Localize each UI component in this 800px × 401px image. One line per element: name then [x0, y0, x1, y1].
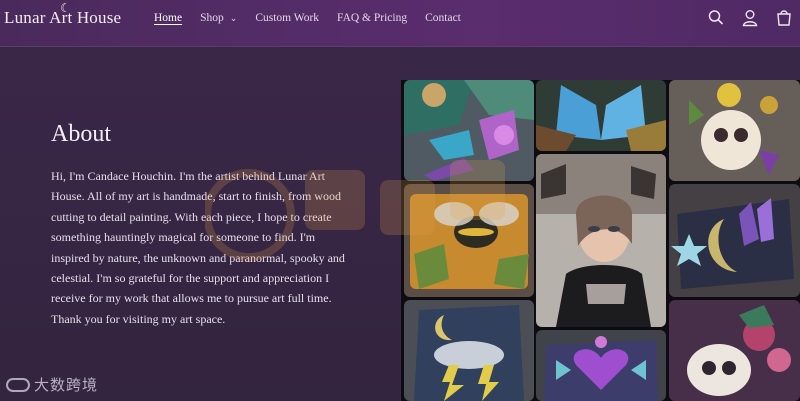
- main-nav: Home Shop ⌄ Custom Work FAQ & Pricing Co…: [154, 12, 479, 24]
- nav-shop[interactable]: Shop ⌄: [200, 12, 237, 24]
- account-icon[interactable]: [742, 9, 758, 27]
- watermark-logo: 大数跨境: [6, 374, 98, 395]
- gallery-image-skull-sunflower: [669, 80, 800, 181]
- search-icon[interactable]: [708, 9, 724, 27]
- gallery-image-storm-lightning: [404, 300, 534, 401]
- site-header: ☾ Lunar Art House Home Shop ⌄ Custom Wor…: [0, 0, 800, 47]
- about-section: About Hi, I'm Candace Houchin. I'm the a…: [0, 48, 400, 401]
- gallery-image-artist-portrait: [536, 154, 666, 327]
- nav-custom-work[interactable]: Custom Work: [255, 12, 319, 24]
- gallery-image-bee-honeycomb: [404, 184, 534, 297]
- nav-home-label: Home: [154, 12, 183, 24]
- gallery-image-skull-flowers: [669, 300, 800, 401]
- header-actions: [708, 9, 792, 27]
- gallery-image-moth-flowers: [404, 80, 534, 181]
- chevron-down-icon: ⌄: [229, 12, 238, 23]
- nav-shop-label: Shop: [200, 12, 224, 24]
- cart-icon[interactable]: [776, 9, 792, 27]
- crescent-moon-icon: ☾: [60, 1, 71, 15]
- nav-custom-work-label: Custom Work: [255, 12, 320, 24]
- nav-faq-pricing-label: FAQ & Pricing: [337, 12, 408, 24]
- nav-contact[interactable]: Contact: [425, 12, 461, 24]
- about-body: Hi, I'm Candace Houchin. I'm the artist …: [51, 169, 345, 326]
- nav-contact-label: Contact: [425, 12, 461, 24]
- watermark-text: 大数跨境: [34, 376, 99, 394]
- nav-home[interactable]: Home: [154, 12, 182, 24]
- art-gallery: [401, 80, 800, 401]
- gallery-image-crescent-crystals: [669, 184, 800, 297]
- nav-faq-pricing[interactable]: FAQ & Pricing: [337, 12, 407, 24]
- about-heading: About: [51, 121, 111, 147]
- site-logo[interactable]: ☾ Lunar Art House: [4, 1, 121, 28]
- watermark-logo-icon: [6, 377, 30, 392]
- gallery-image-butterfly: [536, 80, 666, 151]
- gallery-image-heart-crystal: [536, 330, 666, 401]
